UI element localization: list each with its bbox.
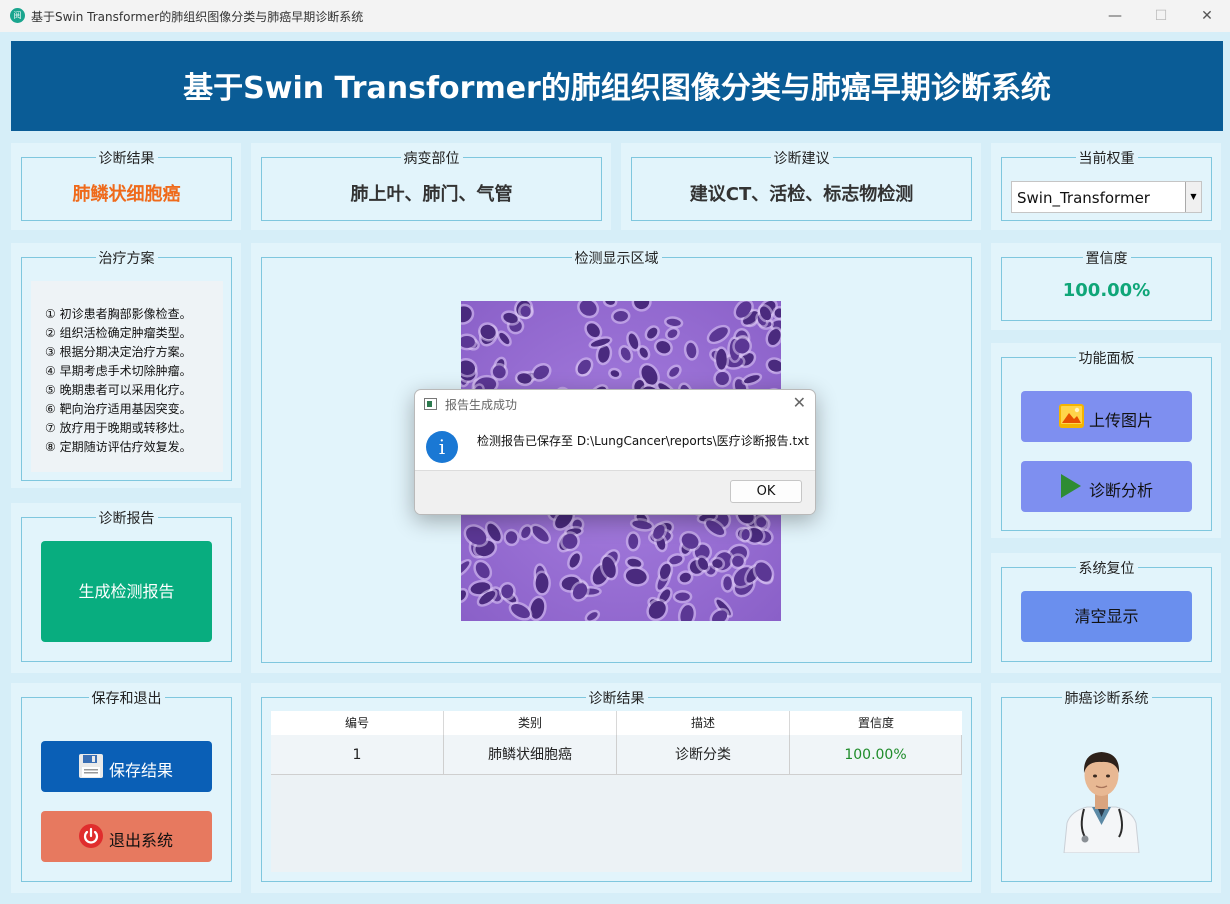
column-header-confidence[interactable]: 置信度 <box>790 711 962 735</box>
list-item: ⑥ 靶向治疗适用基因突变。 <box>45 402 192 416</box>
cell-nucleus <box>535 572 549 594</box>
window-icon <box>424 398 437 410</box>
weights-cell: 当前权重 Swin_Transformer ▼ <box>991 143 1221 230</box>
treatment-cell: 治疗方案 ① 初诊患者胸部影像检查。 ② 组织活检确定肿瘤类型。 ③ 根据分期决… <box>11 243 241 488</box>
upload-image-button[interactable]: 上传图片 <box>1021 391 1192 442</box>
column-header-class[interactable]: 类别 <box>444 711 617 735</box>
diagnosis-result-value: 肺鳞状细胞癌 <box>72 184 181 205</box>
report-cell: 诊断报告 生成检测报告 <box>11 503 241 673</box>
results-table-label: 诊断结果 <box>585 691 648 707</box>
weights-selected-value: Swin_Transformer <box>1017 189 1150 207</box>
treatment-label: 治疗方案 <box>95 251 158 267</box>
table-cell-class[interactable]: 肺鳞状细胞癌 <box>444 735 617 775</box>
maximize-button[interactable]: ☐ <box>1138 0 1184 32</box>
column-header-id[interactable]: 编号 <box>271 711 444 735</box>
app-icon: 阅 <box>10 8 25 23</box>
play-icon <box>1061 474 1081 498</box>
reset-cell: 系统复位 清空显示 <box>991 553 1221 673</box>
diagnosis-result-group: 诊断结果 肺鳞状细胞癌 <box>21 151 232 221</box>
list-item: ⑦ 放疗用于晚期或转移灶。 <box>45 421 192 435</box>
system-card-label: 肺癌诊断系统 <box>1061 691 1152 707</box>
treatment-group: 治疗方案 ① 初诊患者胸部影像检查。 ② 组织活检确定肿瘤类型。 ③ 根据分期决… <box>21 251 232 481</box>
cell-nucleus <box>628 533 639 549</box>
weights-group: 当前权重 Swin_Transformer ▼ <box>1001 151 1212 221</box>
floppy-disk-icon <box>79 754 103 778</box>
advice-value: 建议CT、活检、标志物检测 <box>689 184 914 205</box>
lesion-site-cell: 病变部位 肺上叶、肺门、气管 <box>251 143 611 230</box>
list-item: ⑤ 晚期患者可以采用化疗。 <box>45 383 192 397</box>
page-title: 基于Swin Transformer的肺组织图像分类与肺癌早期诊断系统 <box>183 71 1051 106</box>
function-panel-group: 功能面板 上传图片 诊断分析 <box>1001 351 1212 531</box>
dialog-close-icon[interactable]: ✕ <box>793 393 806 412</box>
column-header-description[interactable]: 描述 <box>617 711 790 735</box>
power-icon <box>79 824 103 848</box>
advice-group: 诊断建议 建议CT、活检、标志物检测 <box>631 151 972 221</box>
window-titlebar: 阅 基于Swin Transformer的肺组织图像分类与肺癌早期诊断系统 — … <box>0 0 1230 32</box>
report-success-dialog[interactable]: 报告生成成功 ✕ i 检测报告已保存至 D:\LungCancer\report… <box>414 389 816 515</box>
confidence-value: 100.00% <box>1062 280 1151 301</box>
minimize-button[interactable]: — <box>1092 0 1138 32</box>
reset-label: 系统复位 <box>1075 561 1138 577</box>
report-group: 诊断报告 生成检测报告 <box>21 511 232 662</box>
list-item: ③ 根据分期决定治疗方案。 <box>45 345 192 359</box>
clear-display-button[interactable]: 清空显示 <box>1021 591 1192 642</box>
save-exit-group: 保存和退出 保存结果 退出系统 <box>21 691 232 882</box>
report-label: 诊断报告 <box>95 511 158 527</box>
table-cell-confidence[interactable]: 100.00% <box>790 735 962 775</box>
confidence-cell: 置信度 100.00% <box>991 243 1221 330</box>
chevron-down-icon[interactable]: ▼ <box>1185 182 1201 212</box>
save-results-label: 保存结果 <box>109 761 174 780</box>
close-button[interactable]: ✕ <box>1184 0 1230 32</box>
advice-label: 诊断建议 <box>770 151 833 167</box>
save-exit-label: 保存和退出 <box>88 691 165 707</box>
function-panel-label: 功能面板 <box>1075 351 1138 367</box>
app-header: 基于Swin Transformer的肺组织图像分类与肺癌早期诊断系统 <box>11 41 1223 131</box>
save-results-button[interactable]: 保存结果 <box>41 741 212 792</box>
system-card-group: 肺癌诊断系统 <box>1001 691 1212 882</box>
exit-system-label: 退出系统 <box>109 831 174 850</box>
doctor-avatar <box>1063 752 1140 853</box>
list-item: ② 组织活检确定肿瘤类型。 <box>45 326 192 340</box>
function-panel-cell: 功能面板 上传图片 诊断分析 <box>991 343 1221 538</box>
diagnose-analyze-button[interactable]: 诊断分析 <box>1021 461 1192 512</box>
results-table-cell: 诊断结果 编号 类别 描述 置信度 1 肺鳞状细胞癌 诊断分类 100.00% <box>251 683 981 893</box>
advice-cell: 诊断建议 建议CT、活检、标志物检测 <box>621 143 981 230</box>
detection-area-label: 检测显示区域 <box>571 251 662 267</box>
confidence-label: 置信度 <box>1082 251 1131 267</box>
table-cell-description[interactable]: 诊断分类 <box>617 735 790 775</box>
dialog-message: 检测报告已保存至 D:\LungCancer\reports\医疗诊断报告.tx… <box>477 434 810 448</box>
reset-group: 系统复位 清空显示 <box>1001 561 1212 662</box>
list-item: ⑧ 定期随访评估疗效复发。 <box>45 440 192 454</box>
ok-button[interactable]: OK <box>730 480 802 503</box>
results-table[interactable]: 编号 类别 描述 置信度 1 肺鳞状细胞癌 诊断分类 100.00% <box>271 711 962 872</box>
dialog-footer: OK <box>415 470 815 514</box>
save-exit-cell: 保存和退出 保存结果 退出系统 <box>11 683 241 893</box>
list-item: ④ 早期考虑手术切除肿瘤。 <box>45 364 192 378</box>
upload-image-label: 上传图片 <box>1089 411 1154 430</box>
exit-system-button[interactable]: 退出系统 <box>41 811 212 862</box>
lesion-site-label: 病变部位 <box>400 151 463 167</box>
diagnose-analyze-label: 诊断分析 <box>1089 481 1154 500</box>
weights-select[interactable]: Swin_Transformer ▼ <box>1011 181 1202 213</box>
treatment-plan-list: ① 初诊患者胸部影像检查。 ② 组织活检确定肿瘤类型。 ③ 根据分期决定治疗方案… <box>31 281 223 472</box>
weights-label: 当前权重 <box>1075 151 1138 167</box>
image-icon <box>1059 404 1084 428</box>
table-cell-id[interactable]: 1 <box>271 735 444 775</box>
results-table-group: 诊断结果 编号 类别 描述 置信度 1 肺鳞状细胞癌 诊断分类 100.00% <box>261 691 972 882</box>
window-title: 基于Swin Transformer的肺组织图像分类与肺癌早期诊断系统 <box>31 10 364 24</box>
system-card-cell: 肺癌诊断系统 <box>991 683 1221 893</box>
info-icon: i <box>426 431 458 463</box>
confidence-group: 置信度 100.00% <box>1001 251 1212 321</box>
generate-report-button[interactable]: 生成检测报告 <box>41 541 212 642</box>
diagnosis-result-label: 诊断结果 <box>95 151 158 167</box>
list-item: ① 初诊患者胸部影像检查。 <box>45 307 192 321</box>
dialog-title: 报告生成成功 <box>445 398 518 412</box>
lesion-site-group: 病变部位 肺上叶、肺门、气管 <box>261 151 602 221</box>
diagnosis-result-cell: 诊断结果 肺鳞状细胞癌 <box>11 143 241 230</box>
lesion-site-value: 肺上叶、肺门、气管 <box>350 184 513 205</box>
